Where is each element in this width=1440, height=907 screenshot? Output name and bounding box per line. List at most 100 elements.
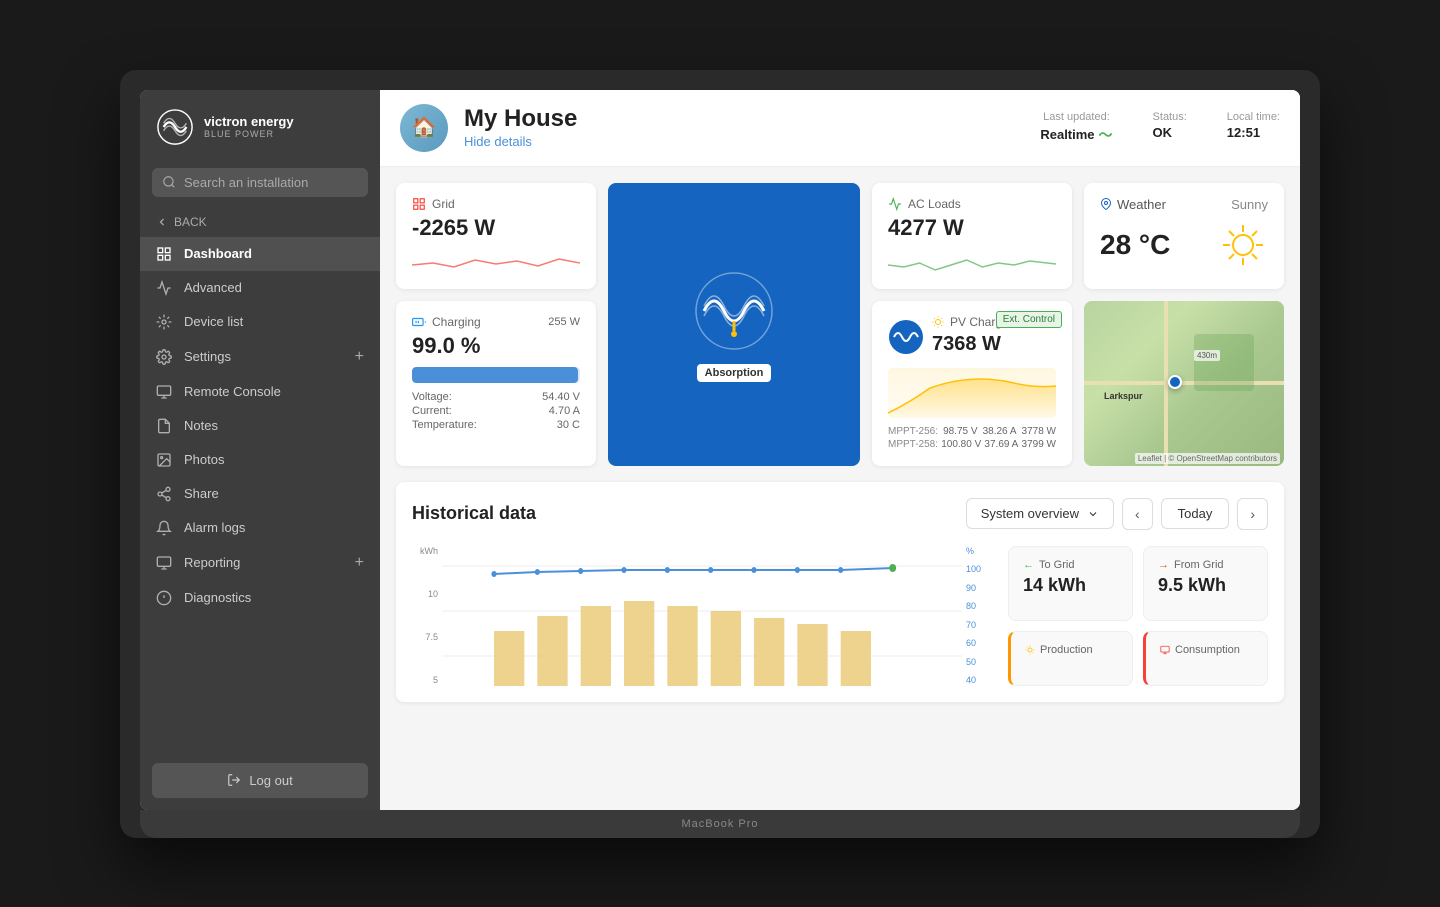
- sidebar-item-remote-console[interactable]: Remote Console: [140, 375, 380, 409]
- today-button[interactable]: Today: [1161, 498, 1230, 529]
- reporting-plus-icon[interactable]: +: [355, 554, 364, 572]
- ac-loads-title: AC Loads: [888, 197, 1056, 211]
- historical-section: Historical data System overview ‹ Today …: [396, 482, 1284, 702]
- sidebar-item-dashboard[interactable]: Dashboard: [140, 237, 380, 271]
- ac-loads-sparkline: [888, 245, 1056, 275]
- sidebar-item-advanced[interactable]: Advanced: [140, 271, 380, 305]
- top-grid: Grid -2265 W: [396, 183, 1284, 466]
- sidebar: victron energy Blue Power BACK Dashboard: [140, 90, 380, 810]
- sidebar-item-settings[interactable]: Settings +: [140, 339, 380, 375]
- sidebar-item-alarm-logs[interactable]: Alarm logs: [140, 511, 380, 545]
- sidebar-item-diagnostics[interactable]: Diagnostics: [140, 581, 380, 615]
- to-grid-label: ← To Grid: [1023, 559, 1118, 571]
- diagnostics-label: Diagnostics: [184, 590, 251, 605]
- sidebar-item-reporting[interactable]: Reporting +: [140, 545, 380, 581]
- battery-card: Charging 255 W 99.0 % Voltage: 54.40 V: [396, 301, 596, 466]
- remote-console-label: Remote Console: [184, 384, 281, 399]
- grid-icon: [412, 197, 426, 211]
- house-title: My House: [464, 105, 1024, 133]
- logout-button[interactable]: Log out: [152, 763, 368, 798]
- back-arrow-icon: [156, 216, 168, 228]
- historical-controls: System overview ‹ Today ›: [966, 498, 1268, 530]
- historical-title: Historical data: [412, 503, 536, 524]
- laptop-model-label: MacBook Pro: [681, 818, 758, 830]
- search-icon: [162, 175, 176, 189]
- notes-label: Notes: [184, 418, 218, 433]
- from-grid-label: → From Grid: [1158, 559, 1253, 571]
- sidebar-item-photos[interactable]: Photos: [140, 443, 380, 477]
- remote-console-icon: [156, 384, 172, 400]
- next-date-button[interactable]: ›: [1237, 498, 1268, 530]
- sidebar-item-notes[interactable]: Notes: [140, 409, 380, 443]
- pv-sun-icon: [932, 316, 944, 328]
- house-avatar: 🏠: [400, 104, 448, 152]
- main-header: 🏠 My House Hide details Last updated: Re…: [380, 90, 1300, 167]
- sidebar-item-device-list[interactable]: Device list: [140, 305, 380, 339]
- prev-date-button[interactable]: ‹: [1122, 498, 1153, 530]
- ac-loads-chart: [888, 245, 1056, 275]
- settings-label: Settings: [184, 349, 231, 364]
- weather-title: Weather: [1100, 197, 1166, 212]
- pv-inverter-mini: [888, 319, 924, 355]
- advanced-label: Advanced: [184, 280, 242, 295]
- grid-card: Grid -2265 W: [396, 183, 596, 289]
- status-value: OK: [1153, 125, 1187, 140]
- notes-icon: [156, 418, 172, 434]
- map-marker: [1168, 375, 1182, 389]
- battery-percent: 99.0 %: [412, 333, 580, 359]
- from-grid-stat: → From Grid 9.5 kWh: [1143, 546, 1268, 622]
- search-input[interactable]: [184, 175, 358, 190]
- status-label: Status:: [1153, 111, 1187, 123]
- historical-body: kWh 10 7.5 5: [412, 546, 1268, 686]
- device-list-icon: [156, 314, 172, 330]
- hide-details-link[interactable]: Hide details: [464, 134, 532, 149]
- consumption-icon: [1160, 645, 1170, 655]
- photos-label: Photos: [184, 452, 224, 467]
- last-updated-label: Last updated:: [1040, 111, 1112, 123]
- reporting-icon: [156, 555, 172, 571]
- sidebar-item-share[interactable]: Share: [140, 477, 380, 511]
- weather-condition: Sunny: [1231, 197, 1268, 212]
- pv-charger-card: Ext. Control PV Charger: [872, 301, 1072, 466]
- local-time-value: 12:51: [1227, 125, 1280, 140]
- inverter-card: Absorption: [608, 183, 860, 466]
- battery-voltage-row: Voltage: 54.40 V: [412, 391, 580, 403]
- battery-temp-row: Temperature: 30 C: [412, 419, 580, 431]
- system-overview-dropdown[interactable]: System overview: [966, 498, 1114, 529]
- local-time-label: Local time:: [1227, 111, 1280, 123]
- y-axis-label-kwh: kWh: [412, 546, 438, 556]
- from-grid-value: 9.5 kWh: [1158, 575, 1253, 596]
- laptop-bottom: MacBook Pro: [140, 810, 1300, 838]
- sidebar-logo: victron energy Blue Power: [140, 90, 380, 164]
- sun-icon: [1218, 220, 1268, 270]
- battery-bar-bg: [412, 367, 580, 383]
- weather-temp: 28 °C: [1100, 229, 1170, 261]
- production-label: Production: [1025, 644, 1118, 656]
- stats-panel: ← To Grid 14 kWh → From Grid 9.5: [1008, 546, 1268, 686]
- main-content: 🏠 My House Hide details Last updated: Re…: [380, 90, 1300, 810]
- victron-logo-icon: [156, 108, 194, 146]
- settings-plus-icon[interactable]: +: [355, 348, 364, 366]
- production-stat: Production: [1008, 631, 1133, 686]
- settings-icon: [156, 349, 172, 365]
- map-card: Larkspur 430m Leaflet | © OpenStreetMap …: [1084, 301, 1284, 466]
- consumption-label: Consumption: [1160, 644, 1253, 656]
- battery-details: Voltage: 54.40 V Current: 4.70 A Tempera…: [412, 391, 580, 431]
- dashboard-icon: [156, 246, 172, 262]
- ac-loads-card: AC Loads 4277 W: [872, 183, 1072, 289]
- sidebar-back-button[interactable]: BACK: [140, 209, 380, 237]
- grid-card-chart: [412, 245, 580, 275]
- search-installation[interactable]: [152, 168, 368, 197]
- inverter-label: Absorption: [697, 364, 772, 382]
- logo-brand: victron energy: [204, 114, 294, 129]
- mppt258-row: MPPT-258: 100.80 V 37.69 A 3799 W: [888, 439, 1056, 450]
- share-icon: [156, 486, 172, 502]
- status-group: Status: OK: [1153, 111, 1187, 140]
- inverter-logo: [689, 266, 779, 356]
- battery-watts: 255 W: [548, 316, 580, 328]
- laptop-frame: victron energy Blue Power BACK Dashboard: [120, 70, 1320, 838]
- pv-mppt-info: MPPT-256: 98.75 V 38.26 A 3778 W MPPT-25…: [888, 426, 1056, 450]
- weather-header: Weather Sunny: [1100, 197, 1268, 212]
- map-town-label: Larkspur: [1104, 391, 1143, 401]
- share-label: Share: [184, 486, 219, 501]
